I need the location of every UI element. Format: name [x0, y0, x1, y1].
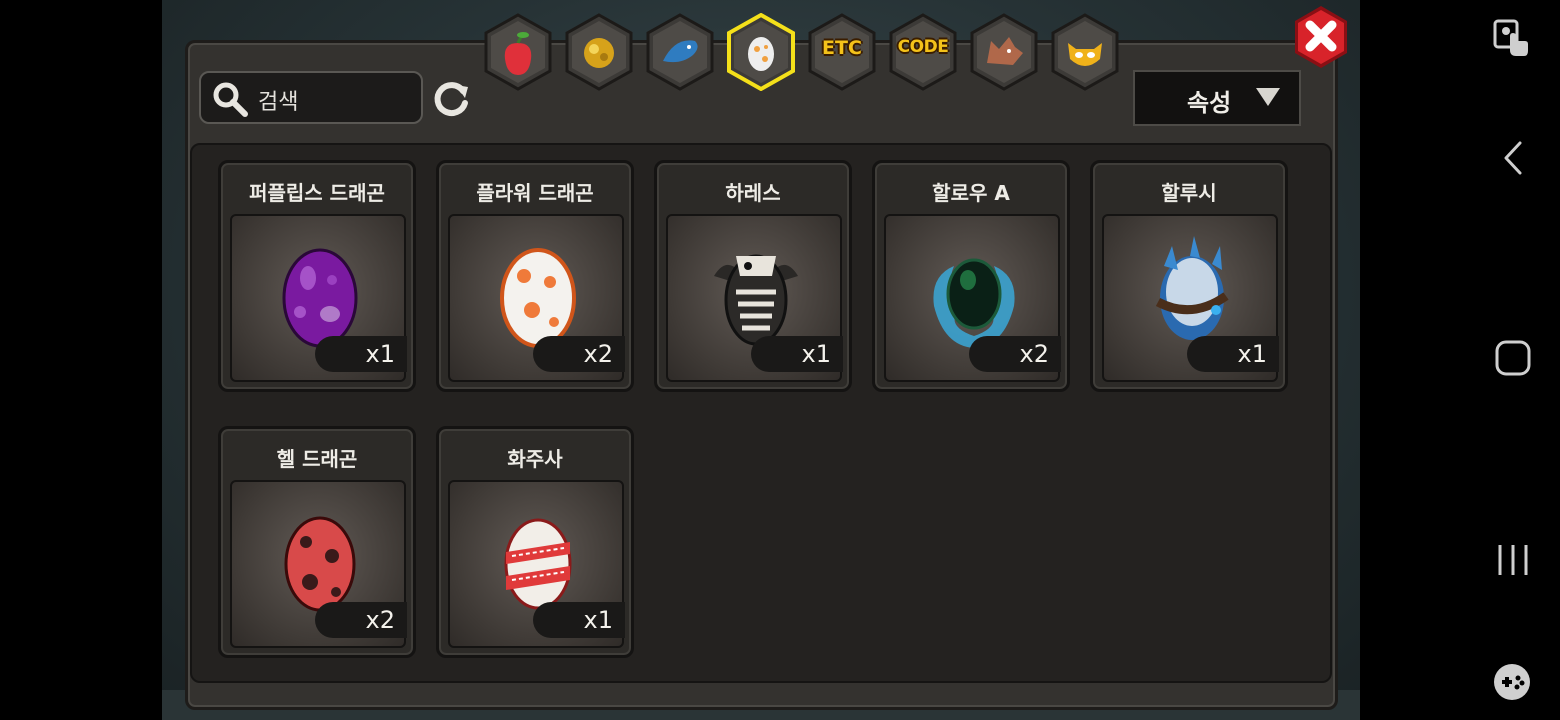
wolf-tab[interactable]	[969, 13, 1039, 91]
item-image: x2	[230, 480, 407, 648]
mask-tab[interactable]	[1050, 13, 1120, 91]
home-icon[interactable]	[1494, 339, 1532, 377]
game-tools-icon[interactable]	[1492, 662, 1532, 702]
item-name: 플라워 드래곤	[476, 181, 594, 205]
item-count: x1	[751, 336, 843, 372]
item-name: 화주사	[507, 447, 563, 471]
chevron-down-icon	[1256, 88, 1280, 106]
item-count: x2	[533, 336, 625, 372]
item-name: 할루시	[1161, 181, 1217, 205]
item-name: 퍼플립스 드래곤	[249, 181, 385, 205]
item-name: 헬 드래곤	[276, 447, 358, 471]
search-icon	[213, 82, 248, 117]
item-image: x2	[884, 214, 1061, 382]
item-image: x1	[1102, 214, 1279, 382]
item-card[interactable]: 헬 드래곤 x2	[218, 426, 416, 658]
item-name: 하레스	[725, 181, 781, 205]
code-tab[interactable]: CODE	[888, 13, 958, 91]
recent-apps-icon[interactable]	[1494, 542, 1532, 578]
close-button[interactable]	[1290, 4, 1352, 70]
dragon-tab[interactable]	[645, 13, 715, 91]
etc-tab-label: ETC	[822, 37, 862, 59]
item-image: x1	[230, 214, 407, 382]
refresh-icon[interactable]	[432, 79, 472, 119]
etc-tab[interactable]: ETC	[807, 13, 877, 91]
item-card[interactable]: 할로우 A x2	[872, 160, 1070, 392]
egg-tab[interactable]	[726, 13, 796, 91]
fruit-tab[interactable]	[483, 13, 553, 91]
gold-tab[interactable]	[564, 13, 634, 91]
item-count: x2	[315, 602, 407, 638]
item-image: x1	[448, 480, 625, 648]
item-image: x2	[448, 214, 625, 382]
item-card[interactable]: 할루시 x1	[1090, 160, 1288, 392]
touch-lock-icon[interactable]	[1492, 18, 1532, 58]
item-card[interactable]: 하레스 x1	[654, 160, 852, 392]
search-placeholder: 검색	[258, 90, 299, 115]
item-count: x2	[969, 336, 1061, 372]
back-icon[interactable]	[1498, 140, 1528, 176]
item-card[interactable]: 화주사 x1	[436, 426, 634, 658]
item-count: x1	[315, 336, 407, 372]
code-tab-label: CODE	[897, 37, 949, 57]
item-image: x1	[666, 214, 843, 382]
item-count: x1	[1187, 336, 1279, 372]
item-card[interactable]: 퍼플립스 드래곤 x1	[218, 160, 416, 392]
item-card[interactable]: 플라워 드래곤 x2	[436, 160, 634, 392]
item-name: 할로우 A	[932, 181, 1010, 205]
attribute-dropdown-label: 속성	[1187, 89, 1232, 117]
item-count: x1	[533, 602, 625, 638]
